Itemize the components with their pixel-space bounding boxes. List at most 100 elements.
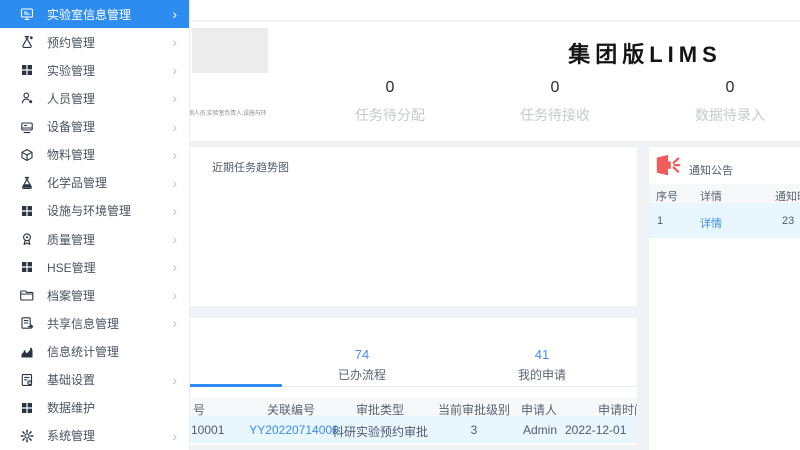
active-tab-underline [186,384,282,387]
sidebar-item-reservation-management[interactable]: 预约管理 › [0,28,189,56]
sidebar-item-label: 基础设置 [47,373,96,388]
cell-flow-no: 10001 [191,423,225,437]
tab-processed-flows[interactable]: 74 已办流程 [292,347,432,383]
chevron-right-icon: › [172,371,177,388]
notice-row-no: 1 [657,215,664,227]
sidebar-item-label: 人员管理 [47,91,96,106]
notice-panel-title: 通知公告 [689,165,733,177]
sidebar-item-system-management[interactable]: 系统管理 › [0,422,189,450]
grid-icon [20,63,34,77]
chevron-right-icon: › [172,146,177,163]
sidebar-item-label: 实验管理 [47,63,96,78]
notice-panel: 通知公告 序号 详情 通知时间 1 详情 23 [649,147,800,450]
notice-detail-link[interactable]: 详情 [700,215,722,231]
sidebar-item-label: 数据维护 [47,401,96,416]
sidebar-item-basic-settings[interactable]: 基础设置 › [0,366,189,394]
chevron-right-icon: › [172,287,177,304]
stat-task-to-assign: 0 任务待分配 [330,78,450,124]
chevron-right-icon: › [172,90,177,107]
notice-row-time: 23 [782,215,795,227]
cell-related-no-link[interactable]: YY20220714000 [249,423,338,437]
sidebar-item-label: 设施与环境管理 [47,204,132,219]
chevron-right-icon: › [172,315,177,332]
tab-label: 已办流程 [337,368,386,382]
gear-icon [20,429,34,443]
sidebar-item-shared-info-management[interactable]: 共享信息管理 › [0,309,189,337]
sidebar-item-label: 化学品管理 [47,176,108,191]
chevron-right-icon: › [172,231,177,248]
sidebar-item-label: HSE管理 [47,260,96,275]
tab-my-applications[interactable]: 41 我的申请 [472,347,612,383]
stat-value: 0 [725,79,735,96]
sidebar-item-info-statistics[interactable]: 信息统计管理 [0,338,189,366]
appointment-icon [20,35,34,49]
sidebar-item-label: 档案管理 [47,288,96,303]
notice-col-detail: 详情 [700,191,722,203]
stat-task-to-receive: 0 任务待接收 [495,78,615,124]
sidebar-item-experiment-management[interactable]: 实验管理 › [0,56,189,84]
cell-approval-level: 3 [470,423,478,437]
notice-col-time: 通知时间 [775,191,800,203]
sidebar-item-label: 实验室信息管理 [47,7,132,22]
user-roles-text: 测人员,实验室负责人,设施与环 [188,111,266,117]
stat-data-to-enter: 0 数据待录入 [670,78,790,124]
sidebar-item-material-management[interactable]: 物料管理 › [0,141,189,169]
notice-col-no: 序号 [656,191,678,203]
folder-icon [20,288,34,302]
chart-icon [20,345,34,359]
sidebar-item-lab-info-management[interactable]: 实验室信息管理 › [0,0,189,29]
package-icon [20,148,34,162]
settings-doc-icon [20,373,34,387]
stat-label: 任务待分配 [355,107,425,123]
device-icon [20,120,34,134]
sidebar-item-label: 物料管理 [47,148,96,163]
share-doc-icon [20,316,34,330]
trend-panel-title: 近期任务趋势图 [212,162,289,174]
tab-count: 74 [354,347,370,362]
sidebar-item-label: 共享信息管理 [47,316,120,331]
chevron-right-icon: › [172,202,177,219]
cell-approval-type: 科研实验预约审批 [331,425,429,439]
cell-apply-time: 2022-12-01 [565,423,627,437]
user-icon [20,91,34,105]
chevron-right-icon: › [172,34,177,51]
chevron-right-icon: › [172,427,177,444]
grid-icon [20,204,34,218]
sidebar-item-archive-management[interactable]: 档案管理 › [0,281,189,309]
sidebar-item-hse-management[interactable]: HSE管理 › [0,253,189,281]
tab-count: 41 [534,347,550,362]
sidebar: 实验室信息管理 › 预约管理 › 实验管理 › 人员管理 › 设备管理 › 物料管理 › 化学品管理 › 设… [0,0,190,450]
grid-icon [20,401,34,415]
monitor-icon [20,7,34,21]
stat-label: 数据待录入 [695,107,765,123]
stat-value: 0 [550,79,560,96]
chevron-right-icon: › [172,118,177,135]
chevron-right-icon: › [172,259,177,276]
app-root: 测人员,实验室负责人,设施与环 集团版LIMS 0 任务待分配 0 任务待接收 … [0,0,800,450]
notice-table-row[interactable] [649,203,800,238]
chevron-right-icon: › [172,62,177,79]
tab-label: 我的申请 [517,368,566,382]
chevron-right-icon: › [172,174,177,191]
app-title: 集团版LIMS [568,42,722,67]
sidebar-item-personnel-management[interactable]: 人员管理 › [0,84,189,112]
grid-icon [20,260,34,274]
sidebar-item-label: 信息统计管理 [47,345,120,360]
sidebar-item-equipment-management[interactable]: 设备管理 › [0,113,189,141]
sidebar-item-facility-env-management[interactable]: 设施与环境管理 › [0,197,189,225]
avatar-placeholder [192,28,268,73]
sidebar-item-label: 设备管理 [47,120,96,135]
sidebar-item-chemical-management[interactable]: 化学品管理 › [0,169,189,197]
quality-badge-icon [20,232,34,246]
sidebar-item-label: 质量管理 [47,232,96,247]
sidebar-item-label: 系统管理 [47,429,96,444]
chemical-flask-icon [20,176,34,190]
sidebar-item-quality-management[interactable]: 质量管理 › [0,225,189,253]
cell-applicant: Admin [522,423,558,437]
chevron-right-icon: › [172,6,177,23]
stat-label: 任务待接收 [520,107,590,123]
sidebar-item-data-maintenance[interactable]: 数据维护 [0,394,189,422]
megaphone-icon [654,153,682,180]
stat-value: 0 [385,79,395,96]
sidebar-item-label: 预约管理 [47,35,96,50]
